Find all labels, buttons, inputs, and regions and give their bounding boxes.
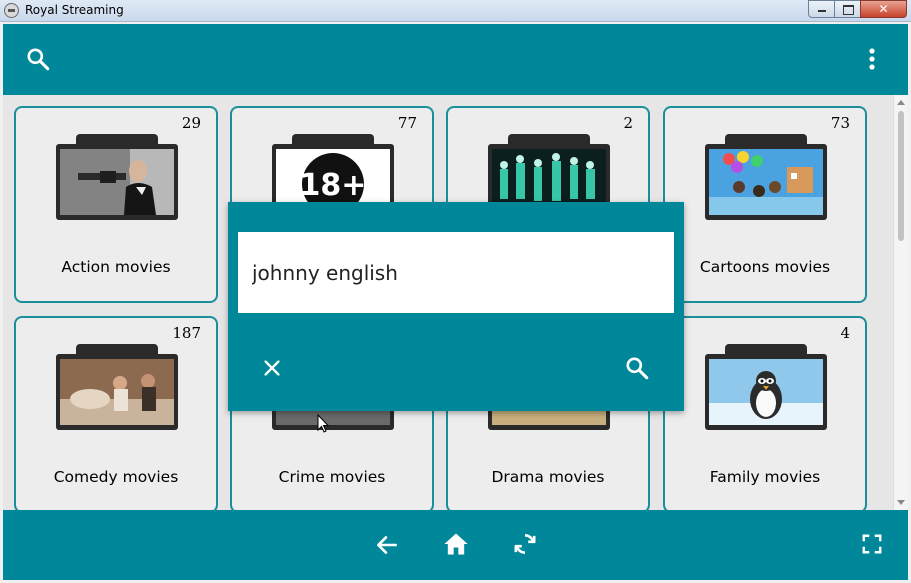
scroll-up-arrow[interactable] (897, 100, 905, 105)
item-count: 77 (397, 114, 417, 132)
window-title: Royal Streaming (25, 3, 124, 17)
bottom-nav-bar (3, 510, 908, 580)
more-vert-icon[interactable] (865, 46, 879, 72)
category-label: Action movies (61, 258, 171, 276)
search-input[interactable] (238, 232, 674, 313)
action-poster-image (60, 149, 174, 215)
category-label: Family movies (709, 468, 821, 486)
home-icon[interactable] (442, 530, 470, 558)
refresh-icon[interactable] (511, 530, 539, 558)
search-icon[interactable] (25, 46, 51, 72)
cartoons-poster-image (709, 149, 823, 215)
app-icon (4, 3, 19, 18)
category-card-family[interactable]: 4 Family movies (663, 316, 867, 510)
vertical-scrollbar[interactable] (893, 95, 908, 510)
item-count: 29 (181, 114, 201, 132)
category-card-comedy[interactable]: 187 Comedy movies (14, 316, 218, 510)
category-label: Crime movies (278, 468, 386, 486)
scroll-down-arrow[interactable] (897, 500, 905, 505)
category-card-cartoons[interactable]: 73 Cartoons movies (663, 106, 867, 303)
category-card-action[interactable]: 29 Action movies (14, 106, 218, 303)
scroll-thumb[interactable] (898, 111, 904, 241)
close-window-button[interactable]: ✕ (860, 0, 907, 18)
category-label: Drama movies (491, 468, 605, 486)
top-app-bar (3, 24, 908, 95)
comedy-poster-image (60, 359, 174, 425)
fullscreen-icon[interactable] (859, 531, 885, 557)
folder-thumbnail (56, 344, 178, 430)
arrow-back-icon[interactable] (373, 531, 401, 559)
search-icon[interactable] (624, 355, 650, 381)
item-count: 187 (172, 324, 201, 342)
search-dialog (228, 202, 684, 411)
mouse-cursor-icon (317, 414, 330, 433)
folder-thumbnail (56, 134, 178, 220)
folder-thumbnail (705, 344, 827, 430)
minimize-button[interactable] (808, 0, 835, 18)
item-count: 4 (840, 324, 850, 342)
item-count: 73 (830, 114, 850, 132)
adult-badge-text: 18+ (300, 168, 367, 203)
maximize-button[interactable] (834, 0, 861, 18)
family-poster-image (709, 359, 823, 425)
window-titlebar: Royal Streaming ✕ (0, 0, 911, 22)
close-icon[interactable] (260, 356, 284, 380)
folder-thumbnail (705, 134, 827, 220)
item-count: 2 (623, 114, 633, 132)
category-label: Cartoons movies (699, 258, 831, 276)
category-label: Comedy movies (53, 468, 179, 486)
